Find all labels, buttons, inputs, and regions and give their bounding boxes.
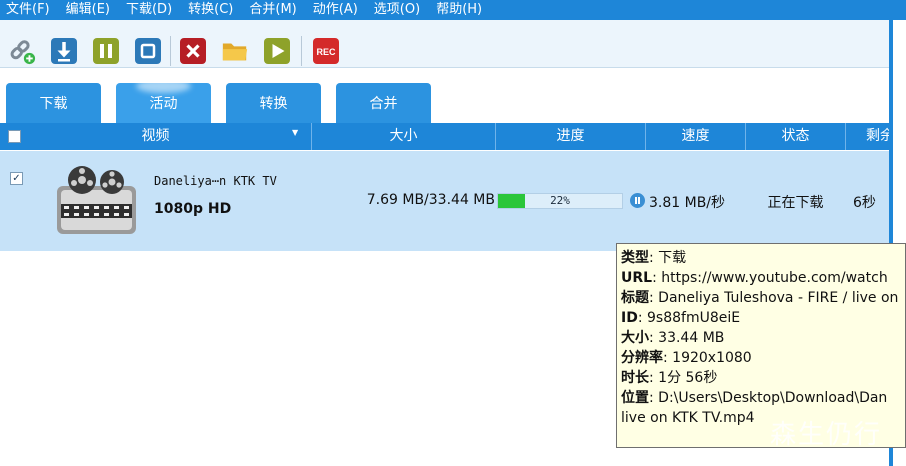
menu-bar: 文件(F) 编辑(E) 下载(D) 转换(C) 合并(M) 动作(A) 选项(O… [0,0,906,20]
play-button[interactable] [263,37,291,65]
column-video[interactable]: 视频 [0,123,312,150]
tab-bar: 下载 活动 转换 合并 [0,69,889,124]
tooltip-location: 位置: D:\Users\Desktop\Download\Dan [621,390,888,406]
menu-edit[interactable]: 编辑(E) [58,0,118,20]
sort-arrow-icon: ▼ [292,128,299,137]
record-button[interactable]: REC [312,37,340,65]
tooltip-duration: 时长: 1分 56秒 [621,370,718,386]
menu-download[interactable]: 下载(D) [118,0,180,20]
add-link-button[interactable] [8,37,36,65]
pause-button[interactable] [92,37,120,65]
download-speed: 3.81 MB/秒 [649,195,726,211]
stop-icon [135,38,161,64]
folder-icon [222,43,248,61]
table-header: 视频 ▼ 大小 进度 速度 状态 剩余 [0,123,889,150]
tab-active[interactable]: 活动 [116,79,211,123]
tooltip-resolution: 分辨率: 1920x1080 [621,350,752,366]
menu-convert[interactable]: 转换(C) [180,0,241,20]
delete-icon [180,38,206,64]
menu-file[interactable]: 文件(F) [0,0,58,20]
download-size: 7.69 MB/33.44 MB [366,192,495,208]
time-remaining: 6秒 [853,195,876,211]
tab-convert[interactable]: 转换 [226,83,321,123]
tooltip-title: 标题: Daneliya Tuleshova - FIRE / live on [621,290,899,306]
download-status: 正在下载 [767,195,824,211]
row-checkbox[interactable]: ✓ [10,172,23,185]
toolbar: REC [0,20,893,68]
rec-icon: REC [313,38,339,64]
menu-merge[interactable]: 合并(M) [241,0,304,20]
tooltip-size: 大小: 33.44 MB [621,330,725,346]
video-quality: 1080p HD [154,201,232,217]
tooltip-type: 类型: 下载 [621,250,687,266]
tab-download[interactable]: 下载 [6,83,101,123]
link-add-icon [10,40,36,65]
delete-button[interactable] [179,37,207,65]
column-size[interactable]: 大小 [312,123,496,150]
progress-percent: 22% [550,194,570,207]
tooltip-id: ID: 9s88fmU8eiE [621,310,741,326]
column-speed[interactable]: 速度 [646,123,746,150]
open-folder-button[interactable] [221,37,249,65]
pause-icon [93,38,119,64]
tab-merge[interactable]: 合并 [336,83,431,123]
stop-button[interactable] [134,37,162,65]
film-reel-icon [57,166,136,234]
watermark: 森生仍行 [770,420,883,450]
menu-action[interactable]: 动作(A) [305,0,366,20]
video-title: Daneliya⋯n KTK TV [154,174,277,188]
column-progress[interactable]: 进度 [496,123,646,150]
tab-active-label: 活动 [149,96,178,112]
progress-bar: 22% [497,193,623,209]
table-row[interactable]: ✓ Daneliya⋯n KTK TV 1080p HD 7.69 MB/33.… [0,151,889,251]
tooltip-url: URL: https://www.youtube.com/watch [621,270,888,286]
toolbar-separator [301,36,302,66]
column-remaining[interactable]: 剩余 [846,123,889,150]
menu-help[interactable]: 帮助(H) [428,0,490,20]
rec-label: REC [316,47,336,57]
toolbar-separator [170,36,171,66]
download-button[interactable] [50,37,78,65]
play-icon [264,38,290,64]
tab-highlight [136,79,191,93]
download-arrow-icon [51,38,77,64]
menu-options[interactable]: 选项(O) [366,0,428,20]
pause-indicator-icon[interactable] [630,193,645,208]
column-status[interactable]: 状态 [746,123,846,150]
